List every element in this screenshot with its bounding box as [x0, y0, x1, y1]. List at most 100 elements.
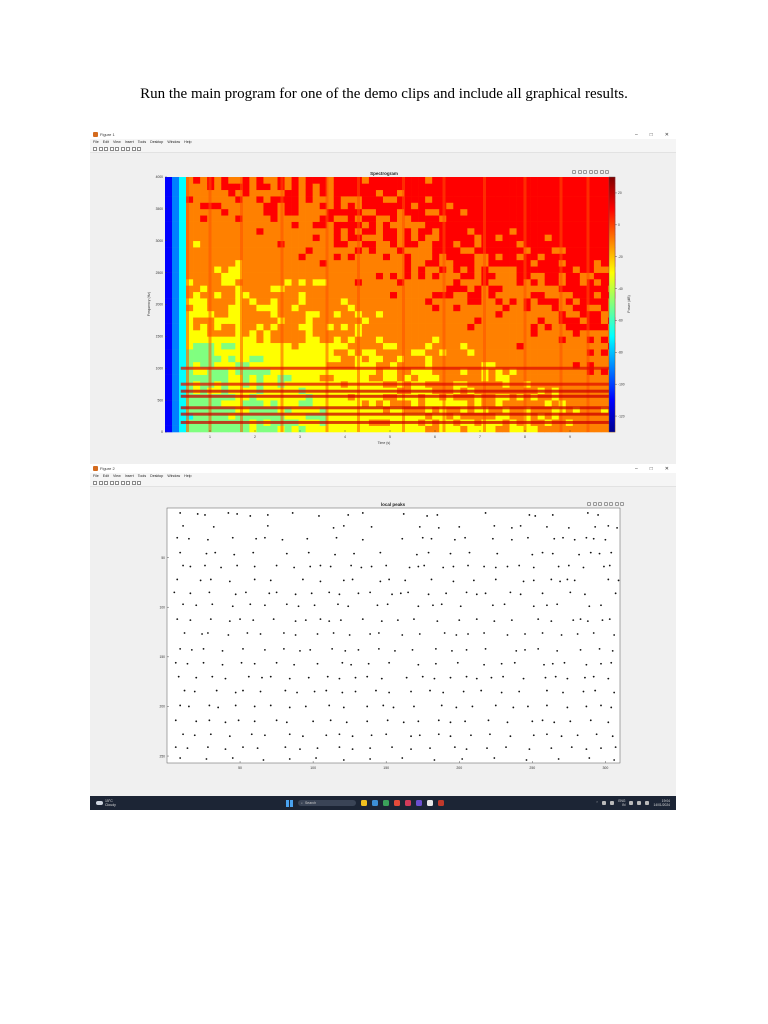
menu-file[interactable]: File [93, 474, 99, 478]
spectrogram-cell [425, 310, 433, 318]
new-figure-icon[interactable] [93, 146, 97, 151]
home-icon[interactable] [620, 502, 624, 506]
peak-point [196, 513, 199, 515]
brush-icon[interactable] [592, 502, 597, 506]
spectrogram-cell [312, 228, 320, 235]
save-icon[interactable] [104, 480, 108, 485]
volume-icon[interactable] [637, 801, 642, 805]
close-button[interactable]: ✕ [665, 466, 669, 472]
print-icon[interactable] [109, 146, 114, 151]
opera-icon[interactable] [394, 800, 400, 806]
link-plot-icon[interactable] [115, 480, 119, 485]
menu-edit[interactable]: Edit [103, 474, 109, 478]
spectrogram-cell [256, 310, 264, 318]
weather-widget[interactable]: 15°C Cloudy [90, 799, 286, 807]
spectrogram-cell [488, 317, 496, 324]
menu-tools[interactable]: Tools [138, 474, 146, 478]
export-icon[interactable] [587, 502, 591, 506]
spectrogram-cell [453, 196, 461, 203]
spectrogram-cell [375, 298, 384, 305]
menu-view[interactable]: View [113, 474, 121, 478]
language-indicator[interactable]: ENG IN [618, 799, 625, 807]
menu-window[interactable]: Window [167, 474, 180, 478]
spectrogram-cell [179, 240, 187, 248]
close-button[interactable]: ✕ [665, 132, 669, 138]
spectrogram-cell [502, 323, 510, 331]
insert-colorbar-icon[interactable] [120, 146, 125, 151]
data-tip-icon[interactable] [598, 502, 602, 506]
print-icon[interactable] [109, 480, 114, 485]
zoom-in-icon[interactable] [594, 170, 598, 174]
minimize-button[interactable]: – [635, 132, 638, 138]
menu-help[interactable]: Help [184, 140, 191, 144]
spectrogram-cell [551, 400, 560, 407]
x-tick-label: 4 [344, 435, 346, 439]
spectrogram-cell [544, 310, 553, 318]
maximize-button[interactable]: □ [650, 466, 653, 472]
zoom-out-icon[interactable] [599, 170, 604, 174]
colorbar-tick-label: -40 [618, 287, 623, 291]
menu-edit[interactable]: Edit [103, 140, 109, 144]
minimize-button[interactable]: – [635, 466, 638, 472]
maximize-button[interactable]: □ [650, 132, 653, 138]
chevron-up-icon[interactable]: ⌃ [596, 801, 599, 805]
save-icon[interactable] [104, 146, 108, 151]
wifi-icon[interactable] [629, 801, 634, 805]
brush-icon[interactable] [577, 170, 582, 174]
spectrogram-cell [298, 349, 306, 356]
spectrogram-cell [579, 247, 588, 254]
edit-plot-icon[interactable] [131, 480, 136, 485]
menu-help[interactable]: Help [184, 474, 191, 478]
zoom-in-icon[interactable] [609, 502, 613, 506]
spectrogram-cell [284, 259, 292, 267]
insert-colorbar-icon[interactable] [120, 480, 125, 485]
menu-desktop[interactable]: Desktop [150, 140, 163, 144]
battery-icon[interactable] [645, 801, 650, 805]
property-inspector-icon[interactable] [137, 480, 141, 485]
taskbar-search[interactable]: ⌕ Search [298, 800, 356, 806]
spectrogram-cell [390, 374, 398, 382]
spectrogram-cell [579, 208, 588, 216]
link-plot-icon[interactable] [115, 146, 119, 151]
data-tip-icon[interactable] [583, 170, 587, 174]
insert-legend-icon[interactable] [126, 146, 130, 151]
menu-insert[interactable]: Insert [125, 140, 134, 144]
mail-icon[interactable] [372, 800, 378, 806]
peak-point [227, 512, 230, 514]
teams-icon[interactable] [416, 800, 422, 806]
windows-start-icon[interactable] [286, 799, 293, 807]
edit-plot-icon[interactable] [131, 146, 136, 151]
menu-view[interactable]: View [113, 140, 121, 144]
spectrogram-cell [579, 317, 588, 324]
property-inspector-icon[interactable] [137, 146, 141, 151]
pan-icon[interactable] [603, 502, 608, 506]
menu-desktop[interactable]: Desktop [150, 474, 163, 478]
chrome-icon[interactable] [383, 800, 389, 806]
new-figure-icon[interactable] [93, 480, 97, 485]
app-icon[interactable] [427, 800, 433, 806]
menu-tools[interactable]: Tools [138, 140, 146, 144]
insert-legend-icon[interactable] [126, 480, 130, 485]
open-file-icon[interactable] [98, 480, 103, 485]
spectrogram-cell [340, 425, 349, 433]
app-tray-icon[interactable] [610, 801, 615, 805]
open-file-icon[interactable] [98, 146, 103, 151]
menu-file[interactable]: File [93, 140, 99, 144]
clock[interactable]: 19:04 14/01/2024 [653, 799, 670, 807]
menu-window[interactable]: Window [167, 140, 180, 144]
spectrogram-cell [347, 272, 356, 280]
file-explorer-icon[interactable] [361, 800, 367, 806]
y-tick-label: 1500 [156, 335, 164, 339]
pan-icon[interactable] [588, 170, 593, 174]
spectrogram-cell [516, 240, 524, 248]
matlab-icon[interactable] [438, 800, 444, 806]
export-icon[interactable] [572, 170, 576, 174]
app-icon[interactable] [405, 800, 411, 806]
home-icon[interactable] [605, 170, 609, 174]
menu-insert[interactable]: Insert [125, 474, 134, 478]
zoom-out-icon[interactable] [614, 502, 619, 506]
peak-point [351, 735, 354, 738]
peak-point [585, 705, 588, 708]
spectrogram-cell [347, 234, 356, 242]
onedrive-icon[interactable] [602, 801, 607, 805]
